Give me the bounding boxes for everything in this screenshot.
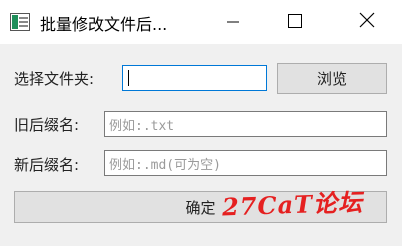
app-icon bbox=[10, 13, 30, 31]
new-suffix-placeholder: 例如:.md(可为空) bbox=[109, 157, 221, 173]
folder-input[interactable] bbox=[122, 65, 267, 91]
folder-label: 选择文件夹: bbox=[14, 70, 95, 88]
minimize-icon bbox=[227, 13, 239, 32]
close-button[interactable] bbox=[344, 0, 390, 44]
maximize-icon bbox=[288, 13, 302, 32]
confirm-button-label: 确定 bbox=[185, 198, 216, 217]
old-suffix-label: 旧后缀名: bbox=[14, 116, 80, 134]
minimize-button[interactable] bbox=[210, 0, 256, 44]
browse-button-label: 浏览 bbox=[316, 70, 347, 88]
old-suffix-input[interactable]: 例如:.txt bbox=[104, 111, 387, 137]
close-icon bbox=[359, 12, 375, 32]
browse-button[interactable]: 浏览 bbox=[277, 63, 387, 94]
window-title: 批量修改文件后... bbox=[40, 15, 168, 34]
text-caret bbox=[128, 70, 129, 86]
maximize-button[interactable] bbox=[272, 0, 318, 44]
app-window: 批量修改文件后... 选择文件夹: 浏览 旧后缀名: 例如:.txt 新后缀名: bbox=[0, 0, 402, 246]
new-suffix-label: 新后缀名: bbox=[14, 156, 80, 174]
title-bar[interactable]: 批量修改文件后... bbox=[0, 0, 402, 44]
new-suffix-input[interactable]: 例如:.md(可为空) bbox=[104, 150, 387, 176]
old-suffix-placeholder: 例如:.txt bbox=[109, 118, 175, 134]
watermark-text: 27CaT论坛 bbox=[221, 187, 364, 222]
